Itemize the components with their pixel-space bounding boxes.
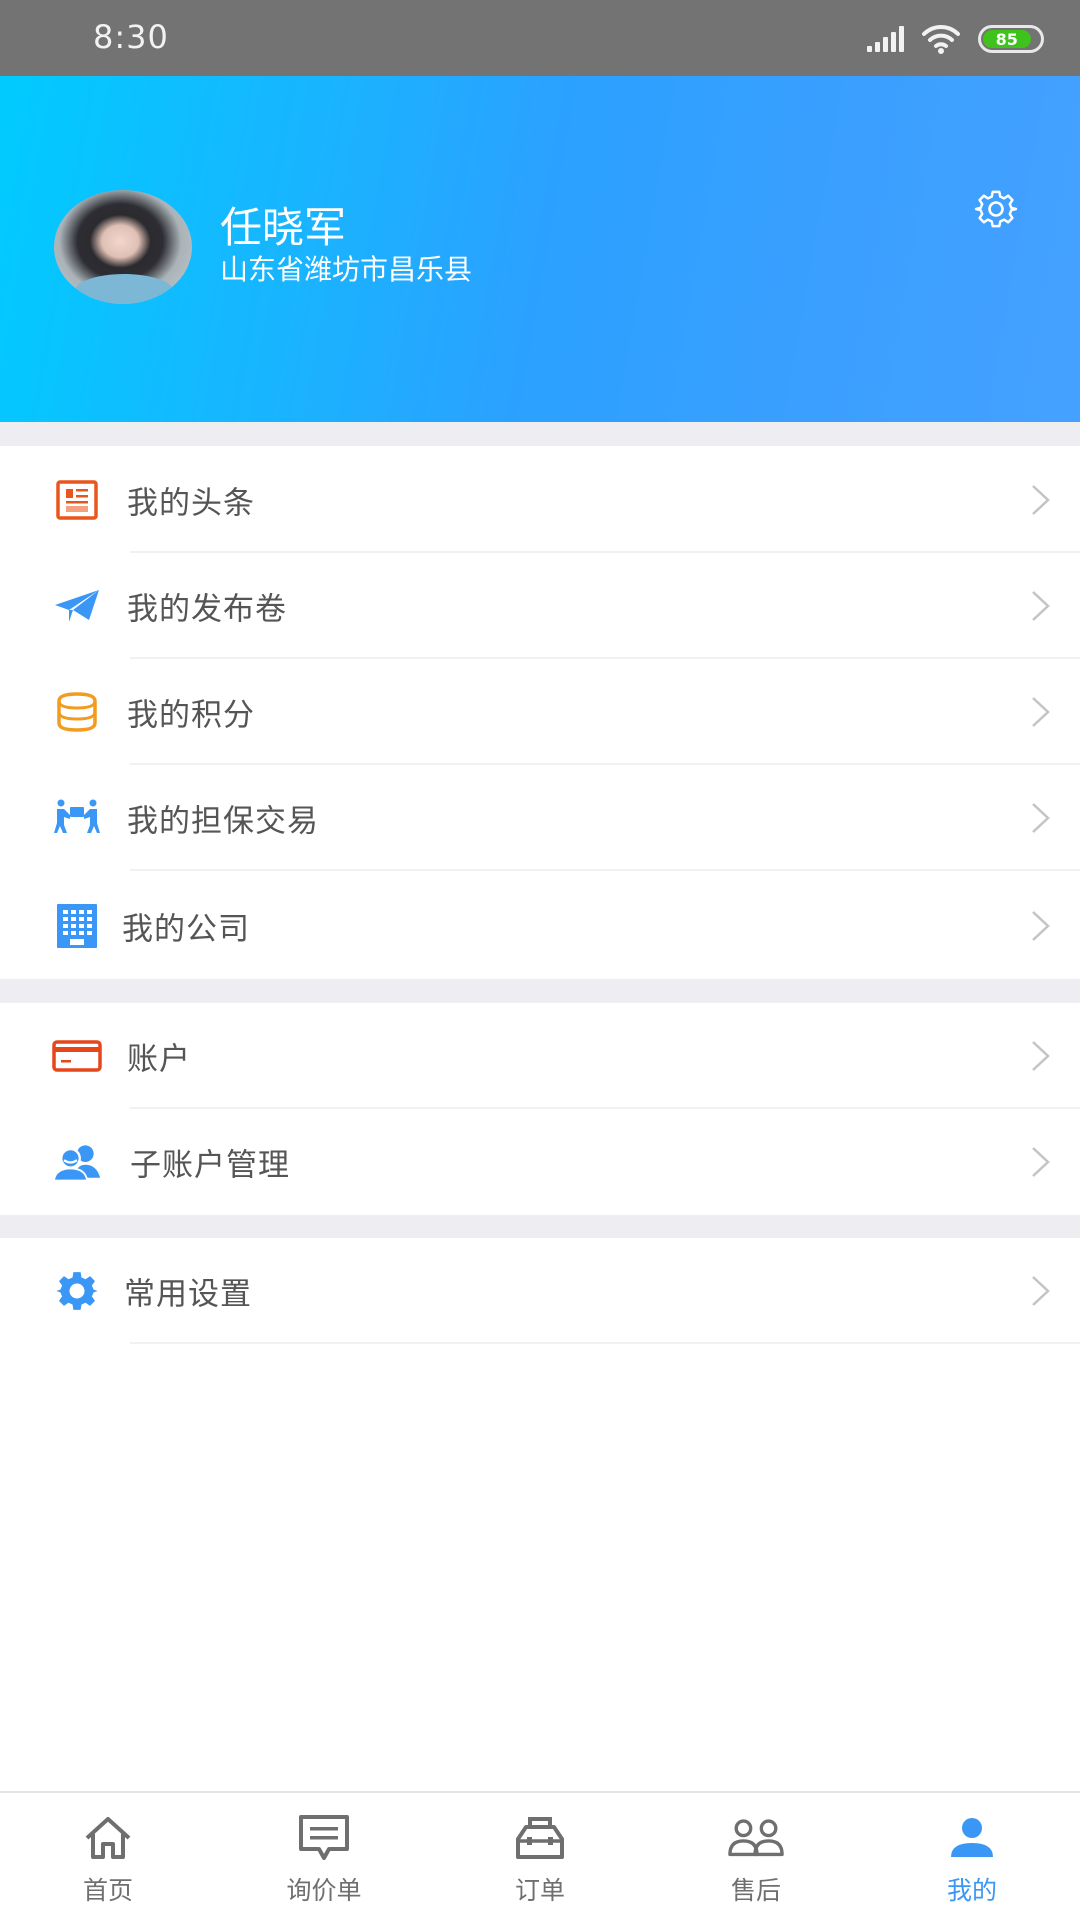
tab-after-sales[interactable]: 售后 [648,1793,864,1920]
tab-mine[interactable]: 我的 [864,1793,1080,1920]
sub-accounts-icon [52,1140,102,1184]
menu-item-my-company[interactable]: 我的公司 [0,872,1080,979]
menu-item-sub-accounts[interactable]: 子账户管理 [0,1109,1080,1215]
menu-item-label: 常用设置 [124,1276,252,1313]
menu-item-my-headlines[interactable]: 我的头条 [0,446,1080,553]
chevron-right-icon [1032,1276,1050,1306]
section-gap [0,422,1080,446]
chevron-right-icon [1032,1041,1050,1071]
tab-label: 询价单 [286,1876,362,1905]
chevron-right-icon [1032,484,1050,515]
status-icons: 85 [867,22,1044,56]
menu-item-label: 子账户管理 [130,1147,290,1184]
section-gap [0,1215,1080,1238]
tab-label: 首页 [82,1876,133,1905]
menu-item-label: 我的担保交易 [127,803,319,840]
chevron-right-icon [1032,803,1050,833]
status-bar: 8:30 85 [0,0,1080,76]
chevron-right-icon [1032,591,1050,621]
tab-inquiry[interactable]: 询价单 [216,1793,432,1920]
tab-label: 售后 [730,1876,781,1905]
users-icon [728,1813,784,1863]
chevron-right-icon [1032,910,1050,941]
divider [130,1342,1080,1344]
tab-home[interactable]: 首页 [0,1793,216,1920]
message-icon [296,1813,352,1863]
guarantee-trade-icon [52,796,102,840]
chevron-right-icon [1032,1147,1050,1177]
settings-icon [52,1269,102,1313]
menu-item-my-guarantee-trades[interactable]: 我的担保交易 [0,765,1080,871]
gear-icon[interactable] [974,187,1018,231]
menu-item-label: 账户 [127,1041,191,1078]
chevron-right-icon [1032,697,1050,727]
coins-stack-icon [52,690,102,734]
card-icon [52,1034,102,1078]
menu-item-label: 我的公司 [122,911,250,947]
user-name: 任晓军 [220,203,347,252]
profile-header: 任晓军 山东省潍坊市昌乐县 [0,76,1080,422]
menu-item-label: 我的头条 [127,485,255,521]
news-icon [52,478,102,522]
menu-item-common-settings[interactable]: 常用设置 [0,1238,1080,1344]
avatar-shoulders [74,274,174,304]
user-location: 山东省潍坊市昌乐县 [220,253,473,286]
person-icon [944,1813,1000,1863]
building-icon [52,903,102,948]
tab-bar: 首页 询价单 订单 售后 我的 [0,1791,1080,1920]
menu-item-account[interactable]: 账户 [0,1003,1080,1109]
menu-item-label: 我的发布卷 [127,591,287,628]
avatar[interactable] [54,190,192,304]
battery-level-text: 85 [995,29,1018,49]
paper-plane-icon [52,584,102,628]
toolbox-icon [512,1813,568,1863]
menu-item-my-publications[interactable]: 我的发布卷 [0,553,1080,659]
menu-item-my-points[interactable]: 我的积分 [0,659,1080,765]
tab-label: 订单 [514,1876,565,1905]
menu-item-label: 我的积分 [127,697,255,734]
tab-label: 我的 [946,1876,997,1905]
battery-icon: 85 [978,25,1044,53]
signal-icon [867,26,904,52]
wifi-icon [922,24,960,54]
divider [130,869,1080,871]
section-gap [0,979,1080,1003]
tab-orders[interactable]: 订单 [432,1793,648,1920]
home-icon [80,1813,136,1863]
status-time: 8:30 [93,18,169,56]
battery-level: 85 [983,29,1031,49]
